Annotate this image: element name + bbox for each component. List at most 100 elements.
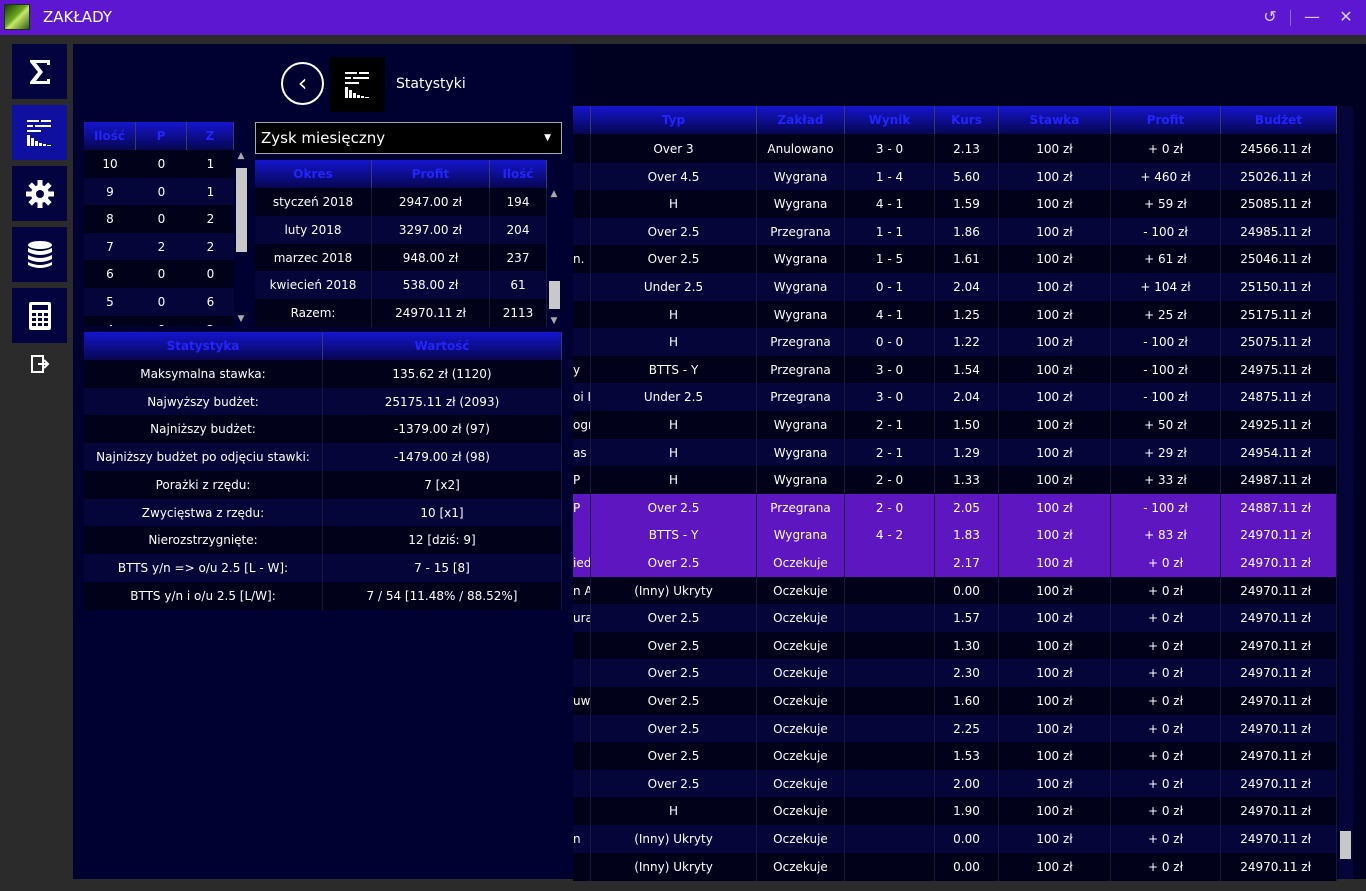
cell: 9: [106, 184, 114, 199]
column-header-1[interactable]: Profit: [372, 160, 490, 188]
sidebar-item-statistics[interactable]: [12, 105, 67, 160]
table-row[interactable]: uw Over 2.5 Oczekuje 1.60 100 zł + 0 zł 24970.…: [573, 687, 1337, 715]
table-row[interactable]: H Oczekuje 1.90 100 zł + 0 zł 24970.11 zł: [573, 797, 1337, 826]
stat-type-select[interactable]: Zysk miesięczny ▼: [255, 122, 562, 154]
table-row[interactable]: BTTS y/n => o/u 2.5 [L - W]: 7 - 15 [8]: [84, 553, 562, 582]
table-row[interactable]: Najwyższy budżet: 25175.11 zł (2093): [84, 387, 562, 416]
scroll-up-icon[interactable]: ▲: [547, 188, 561, 200]
column-header-2[interactable]: Ilość: [490, 160, 547, 188]
column-header-0[interactable]: Statystyka: [84, 332, 323, 360]
table-row[interactable]: Maksymalna stawka: 135.62 zł (1120): [84, 360, 562, 388]
table-row[interactable]: n (Inny) Ukryty Oczekuje 0.00 100 zł + 0 zł 24…: [573, 825, 1337, 853]
minimize-button[interactable]: —: [1299, 6, 1325, 28]
cell-wynik: 1 - 5: [845, 245, 935, 274]
table-row[interactable]: BTTS y/n i o/u 2.5 [L/W]: 7 / 54 [11.48% …: [84, 581, 562, 610]
column-header-3[interactable]: Kurs: [935, 106, 999, 134]
cell: kwiecień 2018: [255, 271, 372, 300]
cell-budzet: 25085.11 zł: [1221, 190, 1337, 219]
table-row[interactable]: 5 0 6: [84, 288, 234, 316]
table-row[interactable]: Najniższy budżet: -1379.00 zł (97): [84, 415, 562, 444]
column-header-2[interactable]: Z: [187, 122, 234, 150]
scroll-down-icon[interactable]: ▼: [234, 313, 248, 325]
table-row[interactable]: Over 2.5 Oczekuje 2.25 100 zł + 0 zł 24970.11…: [573, 714, 1337, 743]
calculator-icon: [29, 302, 51, 330]
column-header-0[interactable]: Typ: [591, 106, 757, 134]
close-button[interactable]: ✕: [1333, 6, 1359, 28]
sidebar-item-settings[interactable]: [12, 166, 67, 221]
app-logo-icon: [4, 4, 30, 30]
table-row[interactable]: Over 2.5 Oczekuje 2.30 100 zł + 0 zł 24970.11…: [573, 659, 1337, 688]
cell-typ: BTTS - Y: [591, 521, 757, 550]
sidebar-item-calculator[interactable]: [12, 288, 67, 343]
table-row[interactable]: P Over 2.5 Przegrana 2 - 0 2.05 100 zł - 100 z…: [573, 493, 1337, 522]
table-row[interactable]: Over 2.5 Oczekuje 1.30 100 zł + 0 zł 24970.11…: [573, 631, 1337, 660]
table-row[interactable]: 10 0 1: [84, 150, 234, 178]
count-grid-scrollbar[interactable]: ▲ ▼: [234, 150, 248, 326]
column-header-5[interactable]: Profit: [1111, 106, 1221, 134]
table-row[interactable]: 7 2 2: [84, 232, 234, 261]
cell-partial: P: [573, 493, 591, 522]
bets-table-scrollbar[interactable]: [1339, 106, 1353, 879]
table-row[interactable]: n. Over 2.5 Wygrana 1 - 5 1.61 100 zł + 61 zł 2…: [573, 245, 1337, 274]
table-row[interactable]: 9 0 1: [84, 177, 234, 206]
table-row[interactable]: ogr H Wygrana 2 - 1 1.50 100 zł + 50 zł 24925.1…: [573, 411, 1337, 439]
sidebar-item-database[interactable]: [12, 227, 67, 282]
table-row[interactable]: Over 2.5 Oczekuje 1.53 100 zł + 0 zł 24970.11…: [573, 742, 1337, 771]
table-row[interactable]: Over 3 Anulowano 3 - 0 2.13 100 zł + 0 zł 2456…: [573, 135, 1337, 163]
cell: 0: [157, 295, 166, 309]
column-header-2[interactable]: Wynik: [845, 106, 935, 134]
cell-wynik: 0 - 1: [845, 273, 935, 301]
scroll-up-icon[interactable]: ▲: [234, 150, 248, 162]
cell-wynik: 4 - 2: [845, 521, 935, 550]
cell-typ: Over 3: [591, 135, 757, 163]
scrollbar-thumb[interactable]: [236, 168, 247, 252]
scrollbar-thumb[interactable]: [1340, 831, 1351, 859]
back-button[interactable]: ‹: [281, 62, 324, 105]
table-row[interactable]: y BTTS - Y Przegrana 3 - 0 1.54 100 zł - 100 z…: [573, 355, 1337, 384]
table-row[interactable]: Razem: 24970.11 zł 2113: [255, 299, 547, 328]
period-grid-scrollbar[interactable]: ▲ ▼: [547, 188, 561, 328]
table-row[interactable]: H Przegrana 0 - 0 1.22 100 zł - 100 zł 25075.1…: [573, 328, 1337, 357]
scroll-down-icon[interactable]: ▼: [547, 315, 561, 327]
table-row[interactable]: (Inny) Ukryty Oczekuje 0.00 100 zł + 0 zł 249…: [573, 852, 1337, 881]
table-row[interactable]: Najniższy budżet po odjęciu stawki: -1479…: [84, 443, 562, 472]
table-row[interactable]: ura Over 2.5 Oczekuje 1.57 100 zł + 0 zł 24970…: [573, 604, 1337, 633]
table-row[interactable]: luty 2018 3297.00 zł 204: [255, 215, 547, 244]
table-row[interactable]: Porażki z rzędu: 7 [x2]: [84, 470, 562, 499]
logout-icon[interactable]: [30, 354, 50, 374]
cell-profit: + 0 zł: [1111, 742, 1221, 771]
table-row[interactable]: Nierozstrzygnięte: 12 [dziś: 9]: [84, 526, 562, 555]
column-header-1[interactable]: P: [136, 122, 187, 150]
table-row[interactable]: marzec 2018 948.00 zł 237: [255, 243, 547, 272]
table-row[interactable]: kwiecień 2018 538.00 zł 61: [255, 271, 547, 300]
refresh-icon[interactable]: ↺: [1257, 6, 1283, 28]
table-row[interactable]: oi HUnder 2.5Przegrana3 - 02.04100 zł- 1…: [573, 383, 1337, 412]
cell-zaklad: Wygrana: [757, 466, 845, 495]
table-row[interactable]: 8 0 2: [84, 205, 234, 234]
column-header-4[interactable]: Stawka: [999, 106, 1111, 134]
table-row[interactable]: Over 2.5 Przegrana 1 - 1 1.86 100 zł - 100 zł…: [573, 217, 1337, 246]
table-row[interactable]: Zwycięstwa z rzędu: 10 [x1]: [84, 498, 562, 527]
table-row[interactable]: styczeń 2018 2947.00 zł 194: [255, 188, 547, 216]
table-row[interactable]: Over 2.5 Oczekuje 2.00 100 zł + 0 zł 24970.11…: [573, 769, 1337, 798]
sidebar-item-summary[interactable]: [12, 44, 67, 99]
table-row[interactable]: 402: [84, 315, 234, 326]
table-row[interactable]: H Wygrana 4 - 1 1.59 100 zł + 59 zł 25085.11 z…: [573, 190, 1337, 219]
table-row[interactable]: as H Wygrana 2 - 1 1.29 100 zł + 29 zł 24954.11…: [573, 438, 1337, 467]
column-header-1[interactable]: Zakład: [757, 106, 845, 134]
column-header-0[interactable]: Ilość: [84, 122, 136, 150]
window-title: ZAKŁADY: [43, 8, 112, 26]
scrollbar-thumb[interactable]: [549, 281, 560, 309]
table-row[interactable]: Under 2.5 Wygrana 0 - 1 2.04 100 zł + 104 zł 2…: [573, 273, 1337, 301]
column-header-1[interactable]: Wartość: [323, 332, 562, 360]
table-row[interactable]: Over 4.5 Wygrana 1 - 4 5.60 100 zł + 460 zł 25…: [573, 162, 1337, 191]
table-row[interactable]: ied Over 2.5 Oczekuje 2.17 100 zł + 0 zł 24970…: [573, 549, 1337, 577]
table-row[interactable]: 6 0 0: [84, 260, 234, 289]
table-row[interactable]: n A (Inny) Ukryty Oczekuje 0.00 100 zł + 0 zł…: [573, 576, 1337, 605]
table-row[interactable]: P H Wygrana 2 - 0 1.33 100 zł + 33 zł 24987.11 …: [573, 466, 1337, 495]
cell-profit: + 0 zł: [1111, 797, 1221, 826]
column-header-6[interactable]: Budżet: [1221, 106, 1337, 134]
table-row[interactable]: H Wygrana 4 - 1 1.25 100 zł + 25 zł 25175.11 z…: [573, 300, 1337, 329]
table-row[interactable]: BTTS - Y Wygrana 4 - 2 1.83 100 zł + 83 zł 249…: [573, 521, 1337, 550]
column-header-0[interactable]: Okres: [255, 160, 372, 188]
